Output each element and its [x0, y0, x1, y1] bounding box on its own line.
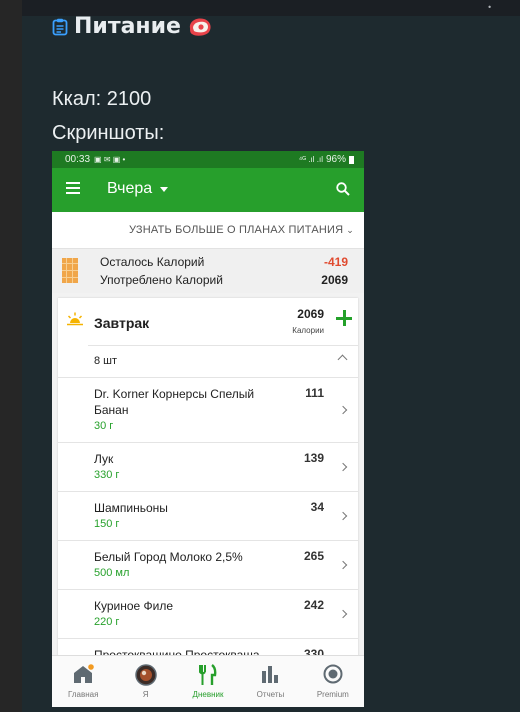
- consumed-label: Употреблено Калорий: [100, 273, 223, 287]
- battery-icon: [349, 155, 354, 164]
- date-selector[interactable]: Вчера: [107, 180, 169, 198]
- food-name: Белый Город Молоко 2,5%: [94, 550, 243, 564]
- tab-premium[interactable]: Premium: [302, 656, 364, 707]
- chevron-right-icon: [338, 405, 348, 415]
- page-title: Питание: [52, 14, 213, 39]
- food-kcal: 265: [303, 549, 324, 563]
- date-label: Вчера: [107, 180, 153, 197]
- sunrise-icon: [67, 312, 83, 326]
- food-kcal: 242: [303, 598, 324, 612]
- consumed-value: 2069: [321, 273, 348, 287]
- app-bar: Вчера: [52, 168, 364, 212]
- clipboard-icon: [52, 18, 68, 35]
- tab-label: Premium: [316, 690, 349, 699]
- caret-down-icon: [160, 186, 169, 192]
- chevron-up-icon: [337, 354, 348, 365]
- status-bar: 00:33 ▣ ✉ ▣ • ⁴ᴳ .ıl .ıl 96%: [52, 151, 364, 168]
- food-kcal: 34: [310, 500, 324, 514]
- food-item[interactable]: Куриное Филе 220 г 242: [58, 590, 358, 639]
- screenshots-label: Скриншоты:: [52, 122, 165, 144]
- items-count-row[interactable]: 8 шт: [58, 346, 358, 378]
- tab-label: Дневник: [192, 690, 224, 699]
- food-name: Куриное Филе: [94, 599, 174, 613]
- food-qty: 150 г: [94, 518, 120, 530]
- food-item[interactable]: Dr. Korner Корнерсы Спелый Банан 30 г 11…: [58, 378, 358, 443]
- remaining-label: Осталось Калорий: [100, 255, 205, 269]
- meal-calories-label: Калории: [292, 326, 324, 335]
- food-qty: 500 мл: [94, 567, 130, 579]
- calorie-grid-icon: [62, 258, 78, 283]
- food-kcal: 139: [303, 451, 324, 465]
- food-item[interactable]: Шампиньоны 150 г 34: [58, 492, 358, 541]
- meal-header[interactable]: Завтрак 2069 Калории: [58, 298, 358, 345]
- tab-home[interactable]: Главная: [52, 656, 114, 707]
- status-time: 00:33: [65, 154, 91, 165]
- food-kcal: 111: [305, 386, 324, 400]
- avatar: [134, 664, 157, 686]
- chevron-down-icon: ⌄: [346, 224, 354, 235]
- battery-level: 96%: [325, 154, 346, 165]
- food-name: Шампиньоны: [94, 501, 168, 515]
- notification-icons: ▣ ✉ ▣ •: [94, 155, 126, 164]
- food-item[interactable]: Белый Город Молоко 2,5% 500 мл 265: [58, 541, 358, 590]
- kcal-text: Ккал: 2100: [52, 88, 152, 110]
- food-qty: 220 г: [94, 616, 120, 628]
- learn-more-text: УЗНАТЬ БОЛЬШЕ О ПЛАНАХ ПИТАНИЯ: [128, 224, 344, 236]
- remaining-value: -419: [323, 255, 348, 269]
- menu-dot: •: [487, 3, 492, 12]
- items-count: 8 шт: [94, 355, 118, 367]
- tab-label: Отчеты: [256, 690, 285, 699]
- learn-more-link[interactable]: УЗНАТЬ БОЛЬШЕ О ПЛАНАХ ПИТАНИЯ ⌄: [52, 212, 364, 249]
- meal-name: Завтрак: [94, 315, 150, 331]
- home-icon: [74, 664, 95, 683]
- bottom-nav: Главная Я Дневник Отчеты Premium: [52, 655, 364, 707]
- chevron-right-icon: [338, 609, 348, 619]
- search-icon[interactable]: [336, 182, 350, 196]
- food-qty: 330 г: [94, 469, 120, 481]
- add-food-button[interactable]: [336, 310, 352, 326]
- food-qty: 30 г: [94, 420, 114, 432]
- tab-diary[interactable]: Дневник: [177, 656, 239, 707]
- meat-icon: [189, 17, 211, 36]
- meal-card: Завтрак 2069 Калории 8 шт Dr. Korner Кор…: [58, 298, 358, 707]
- hamburger-menu-icon[interactable]: [66, 182, 80, 194]
- reports-icon: [262, 666, 279, 683]
- tab-label: Главная: [67, 690, 99, 699]
- food-name: Лук: [94, 452, 114, 466]
- phone-screenshot: 00:33 ▣ ✉ ▣ • ⁴ᴳ .ıl .ıl 96% Вчера УЗНАТ…: [52, 151, 364, 707]
- food-name: Dr. Korner Корнерсы Спелый Банан: [94, 387, 255, 417]
- tab-me[interactable]: Я: [114, 656, 176, 707]
- chevron-right-icon: [338, 462, 348, 472]
- chevron-right-icon: [338, 560, 348, 570]
- chevron-right-icon: [338, 511, 348, 521]
- meal-calories: 2069: [297, 307, 324, 321]
- title-text: Питание: [74, 14, 181, 39]
- signal-icon: ⁴ᴳ .ıl .ıl: [298, 155, 323, 164]
- calorie-summary[interactable]: Осталось Калорий -419 Употреблено Калори…: [52, 249, 364, 293]
- tab-label: Я: [142, 690, 149, 699]
- food-item[interactable]: Лук 330 г 139: [58, 443, 358, 492]
- premium-icon: [323, 664, 343, 684]
- diary-icon: [199, 664, 217, 685]
- tab-reports[interactable]: Отчеты: [239, 656, 301, 707]
